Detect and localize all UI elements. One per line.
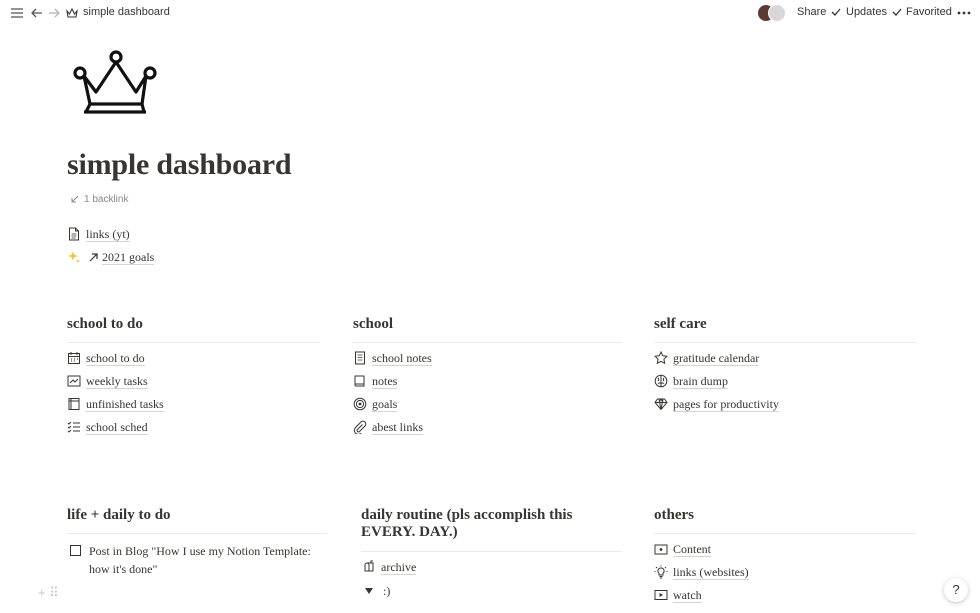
target-icon — [353, 397, 367, 411]
help-button[interactable]: ? — [944, 578, 968, 602]
checklist-icon — [67, 420, 81, 434]
heading-others[interactable]: others — [654, 507, 694, 524]
crown-icon — [66, 7, 78, 18]
toggle-triangle-icon[interactable] — [362, 584, 376, 598]
backlink-arrow-icon — [71, 195, 79, 203]
heading-life-daily-todo[interactable]: life + daily to do — [67, 507, 171, 524]
list-item[interactable]: school sched — [67, 418, 148, 436]
diamond-icon — [654, 397, 668, 411]
todo-checkbox[interactable] — [70, 545, 81, 556]
list-item[interactable]: school to do — [67, 349, 145, 367]
page-crown-icon[interactable] — [72, 48, 158, 118]
top-bar: simple dashboard Share Updates Favorited — [0, 0, 980, 26]
toggle-block[interactable]: :) — [362, 582, 390, 600]
todo-text[interactable]: Post in Blog "How I use my Notion Templa… — [89, 542, 320, 578]
list-item[interactable]: pages for productivity — [654, 395, 779, 413]
favorited-button[interactable]: Favorited — [906, 6, 952, 18]
item-label: weekly tasks — [86, 373, 148, 389]
list-item[interactable]: gratitude calendar — [654, 349, 760, 367]
document-icon — [353, 351, 367, 365]
book-icon — [353, 374, 367, 388]
check-icon — [892, 8, 902, 16]
item-label: school notes — [372, 350, 432, 366]
more-options-icon[interactable] — [956, 6, 972, 20]
page-link-links-yt[interactable]: links (yt) — [67, 225, 130, 243]
item-label: unfinished tasks — [86, 396, 164, 412]
list-item[interactable]: Content — [654, 540, 711, 558]
divider — [361, 551, 621, 552]
backlink-button[interactable]: 1 backlink — [70, 194, 128, 205]
updates-button[interactable]: Updates — [846, 6, 887, 18]
check-icon — [831, 8, 841, 16]
item-label: pages for productivity — [673, 396, 779, 412]
list-item[interactable]: school notes — [353, 349, 432, 367]
link-arrow-icon — [86, 250, 100, 264]
item-label: abest links — [372, 419, 423, 435]
share-button[interactable]: Share — [797, 6, 826, 18]
document-icon — [67, 227, 81, 241]
divider — [654, 342, 916, 343]
mailbox-icon — [362, 560, 376, 574]
list-item[interactable]: notes — [353, 372, 398, 390]
item-label: notes — [372, 373, 398, 389]
calendar-icon — [67, 351, 81, 365]
backlink-label: 1 backlink — [84, 194, 129, 205]
avatar — [768, 4, 786, 22]
item-label: goals — [372, 396, 398, 412]
list-item[interactable]: brain dump — [654, 372, 728, 390]
chart-icon — [67, 374, 81, 388]
divider — [67, 533, 327, 534]
breadcrumb[interactable]: simple dashboard — [83, 6, 170, 18]
heading-line: EVERY. DAY.) — [361, 524, 458, 540]
forward-arrow-icon[interactable] — [47, 6, 61, 20]
list-item[interactable]: weekly tasks — [67, 372, 148, 390]
item-label: gratitude calendar — [673, 350, 760, 366]
list-item[interactable]: goals — [353, 395, 398, 413]
menu-icon[interactable] — [10, 6, 24, 20]
link-label: 2021 goals — [102, 249, 155, 265]
notebook-icon — [67, 397, 81, 411]
heading-line: daily routine (pls accomplish this — [361, 507, 573, 523]
content-icon — [654, 542, 668, 556]
todo-item[interactable]: Post in Blog "How I use my Notion Templa… — [70, 542, 320, 578]
item-label: Content — [673, 541, 711, 557]
archive-label: archive — [381, 559, 417, 575]
list-item[interactable]: unfinished tasks — [67, 395, 164, 413]
star-icon — [654, 351, 668, 365]
item-label: school sched — [86, 419, 148, 435]
heading-daily-routine[interactable]: daily routine (pls accomplish this EVERY… — [361, 507, 572, 541]
archive-link[interactable]: archive — [362, 558, 417, 576]
paperclip-icon — [353, 420, 367, 434]
sparkles-icon — [67, 250, 81, 264]
item-label: watch — [673, 587, 702, 603]
divider — [654, 533, 916, 534]
item-label: brain dump — [673, 373, 728, 389]
heading-self-care[interactable]: self care — [654, 316, 707, 333]
item-label: links (websites) — [673, 564, 749, 580]
heading-school-todo[interactable]: school to do — [67, 316, 143, 333]
toggle-label: :) — [383, 583, 391, 598]
block-drag-handle[interactable]: + ⠿ — [38, 585, 59, 601]
list-item[interactable]: watch — [654, 586, 702, 604]
page-title[interactable]: simple dashboard — [67, 148, 292, 182]
brain-icon — [654, 374, 668, 388]
item-label: school to do — [86, 350, 145, 366]
back-arrow-icon[interactable] — [30, 6, 44, 20]
list-item[interactable]: abest links — [353, 418, 423, 436]
play-icon — [654, 588, 668, 602]
page-link-2021-goals[interactable]: 2021 goals — [67, 248, 155, 266]
link-label: links (yt) — [86, 226, 130, 242]
divider — [353, 342, 622, 343]
list-item[interactable]: links (websites) — [654, 563, 749, 581]
divider — [67, 342, 320, 343]
avatar-stack[interactable] — [757, 4, 787, 22]
heading-school[interactable]: school — [353, 316, 393, 333]
lightbulb-icon — [654, 565, 668, 579]
